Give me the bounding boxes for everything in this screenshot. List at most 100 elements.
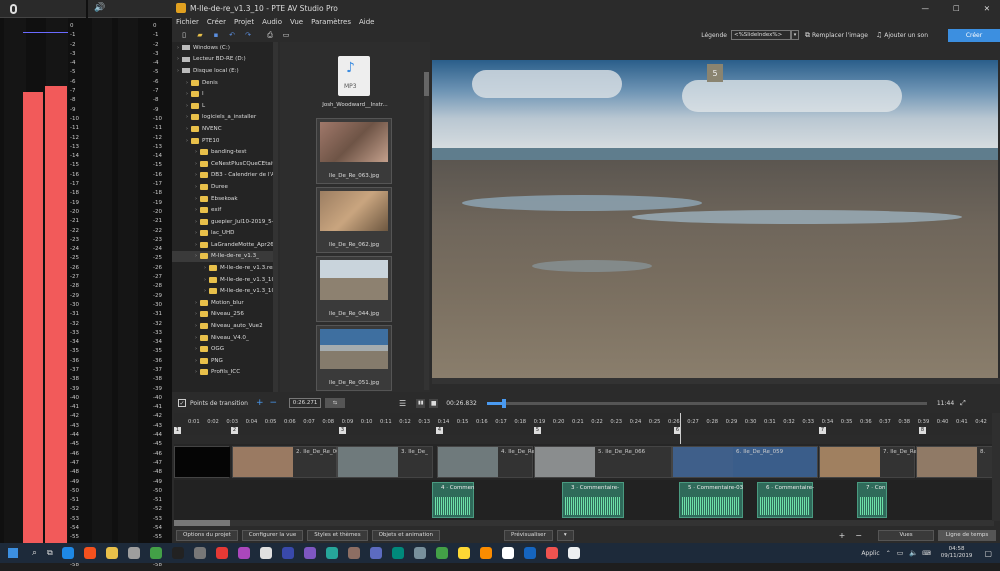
bottom-tab[interactable]: Objets et animation bbox=[371, 529, 441, 541]
expand-chevron-icon[interactable]: › bbox=[192, 196, 200, 202]
expand-chevron-icon[interactable]: › bbox=[174, 68, 182, 74]
preview-options-icon[interactable]: ▾ bbox=[556, 529, 574, 541]
menu-item-projet[interactable]: Projet bbox=[230, 18, 258, 26]
taskbar-app-icon[interactable] bbox=[281, 547, 294, 559]
expand-chevron-icon[interactable]: › bbox=[183, 126, 191, 132]
taskbar-apps-label[interactable]: Applic bbox=[861, 550, 879, 557]
slide-marker[interactable]: 3 bbox=[339, 427, 346, 434]
open-folder-icon[interactable]: ▰ bbox=[194, 30, 206, 40]
tree-item[interactable]: › Ebsekoak bbox=[172, 193, 278, 205]
audio-clip[interactable]: 7 · Con bbox=[857, 482, 887, 518]
tree-item[interactable]: › OGG bbox=[172, 343, 278, 355]
timeline-slide[interactable]: 5. Ile_De_Re_066 bbox=[534, 446, 672, 478]
tree-item[interactable]: › M-Ile-de-re_v1.3_10.re bbox=[172, 274, 278, 286]
mp3-file-icon[interactable]: ♪ MP3 bbox=[338, 56, 370, 96]
tree-item[interactable]: › Profils_ICC bbox=[172, 367, 278, 379]
expand-chevron-icon[interactable]: › bbox=[192, 335, 200, 341]
expand-chevron-icon[interactable]: › bbox=[174, 45, 182, 51]
tab-timeline[interactable]: Ligne de temps bbox=[938, 529, 996, 541]
tree-item[interactable]: › DB3 - Calendrier de l'Av bbox=[172, 170, 278, 182]
tree-item[interactable]: › banding-test bbox=[172, 146, 278, 158]
bottom-tab[interactable]: Options du projet bbox=[176, 529, 238, 541]
taskbar-app-icon[interactable] bbox=[171, 547, 184, 559]
timeline-slide[interactable]: 2. Ile_De_Re_063 bbox=[232, 446, 343, 478]
expand-chevron-icon[interactable]: › bbox=[192, 311, 200, 317]
menu-item-vue[interactable]: Vue bbox=[286, 18, 307, 26]
add-transition-button[interactable]: + bbox=[256, 398, 264, 408]
add-sound-button[interactable]: Ajouter un son bbox=[884, 32, 928, 39]
tree-item[interactable]: › Lecteur BD-RE (D:) bbox=[172, 54, 278, 66]
taskbar-app-icon[interactable] bbox=[259, 547, 272, 559]
expand-chevron-icon[interactable]: › bbox=[183, 91, 191, 97]
tray-network-icon[interactable]: ▭ bbox=[897, 549, 904, 557]
tree-item[interactable]: › M-Ile-de-re_v1.3_ bbox=[172, 250, 278, 263]
timeline-slide[interactable]: 3. Ile_De_ bbox=[337, 446, 433, 478]
transition-checkbox[interactable]: ✓ bbox=[178, 399, 186, 407]
menu-item-aide[interactable]: Aide bbox=[355, 18, 378, 26]
windows-start-icon[interactable] bbox=[8, 548, 18, 558]
taskbar-app-icon[interactable] bbox=[61, 547, 74, 559]
taskbar-app-icon[interactable] bbox=[303, 547, 316, 559]
expand-chevron-icon[interactable]: › bbox=[192, 369, 200, 375]
taskbar-app-icon[interactable] bbox=[347, 547, 360, 559]
files-scrollbar[interactable] bbox=[424, 72, 429, 390]
tree-item[interactable]: › L bbox=[172, 100, 278, 112]
timeline-scrollbar[interactable] bbox=[174, 520, 994, 526]
close-button[interactable]: ✕ bbox=[984, 4, 990, 13]
replace-image-icon[interactable]: ⧉ bbox=[805, 31, 810, 40]
zoom-in-button[interactable]: + bbox=[839, 531, 846, 540]
tree-item[interactable]: › exif bbox=[172, 204, 278, 216]
taskbar-app-icon[interactable] bbox=[237, 547, 250, 559]
taskbar-app-icon[interactable] bbox=[413, 547, 426, 559]
expand-chevron-icon[interactable]: › bbox=[192, 184, 200, 190]
create-button[interactable]: Créer bbox=[948, 28, 1000, 42]
taskbar-app-icon[interactable] bbox=[83, 547, 96, 559]
timeline-vscroll[interactable] bbox=[992, 413, 1000, 521]
bottom-tab[interactable]: Styles et thèmes bbox=[307, 529, 368, 541]
remove-transition-button[interactable]: − bbox=[269, 398, 277, 408]
play-icon[interactable]: ▮▮ bbox=[416, 398, 426, 408]
file-thumbnail[interactable]: Ile_De_Re_051.jpg bbox=[316, 325, 392, 391]
audio-clip[interactable]: 4 · Commen bbox=[432, 482, 475, 518]
tree-item[interactable]: › Denis bbox=[172, 77, 278, 89]
tree-item[interactable]: › I bbox=[172, 88, 278, 100]
search-icon[interactable]: ⌕ bbox=[32, 548, 37, 558]
slide-marker[interactable]: 7 bbox=[819, 427, 826, 434]
expand-chevron-icon[interactable]: › bbox=[201, 265, 209, 271]
taskbar-app-icon[interactable] bbox=[479, 547, 492, 559]
tree-item[interactable]: › Niveau_V4.0_ bbox=[172, 332, 278, 344]
slide-marker[interactable]: 1 bbox=[174, 427, 181, 434]
undo-icon[interactable]: ↶ bbox=[226, 30, 238, 40]
tree-item[interactable]: › Niveau_256 bbox=[172, 309, 278, 321]
preview-button[interactable]: Prévisualiser bbox=[504, 529, 553, 541]
taskbar-app-icon[interactable] bbox=[523, 547, 536, 559]
file-thumbnail[interactable]: Ile_De_Re_044.jpg bbox=[316, 256, 392, 322]
taskbar-app-icon[interactable] bbox=[105, 547, 118, 559]
menu-item-paramtres[interactable]: Paramètres bbox=[307, 18, 355, 26]
expand-chevron-icon[interactable]: › bbox=[192, 172, 200, 178]
bottom-tab[interactable]: Configurer la vue bbox=[241, 529, 304, 541]
expand-chevron-icon[interactable]: › bbox=[192, 253, 200, 259]
tree-item[interactable]: › CeNestPlusCQueCEtait bbox=[172, 158, 278, 170]
minimize-button[interactable]: — bbox=[921, 4, 929, 13]
taskbar-app-icon[interactable] bbox=[567, 547, 580, 559]
expand-chevron-icon[interactable]: › bbox=[192, 323, 200, 329]
save-icon[interactable]: ▪ bbox=[210, 30, 222, 40]
add-sound-icon[interactable]: ♫ bbox=[876, 31, 882, 39]
audio-clip[interactable]: 3 · Commentaire- bbox=[562, 482, 624, 518]
speaker-icon[interactable]: 🔊 bbox=[94, 3, 105, 13]
redo-icon[interactable]: ↷ bbox=[242, 30, 254, 40]
new-file-icon[interactable]: ▯ bbox=[178, 30, 190, 40]
slide-marker[interactable]: 4 bbox=[436, 427, 443, 434]
tree-item[interactable]: › Disque local (E:) bbox=[172, 65, 278, 77]
expand-chevron-icon[interactable]: › bbox=[192, 149, 200, 155]
tree-item[interactable]: › logiciels_a_installer bbox=[172, 112, 278, 124]
taskbar-app-icon[interactable] bbox=[457, 547, 470, 559]
taskbar-app-icon[interactable] bbox=[435, 547, 448, 559]
seek-slider[interactable] bbox=[486, 398, 927, 408]
taskbar-app-icon[interactable] bbox=[325, 547, 338, 559]
expand-chevron-icon[interactable]: › bbox=[183, 114, 191, 120]
print-icon[interactable]: ⎙ bbox=[264, 30, 276, 40]
audio-clip[interactable]: 6 · Commentaire- bbox=[757, 482, 814, 518]
tree-item[interactable]: › lac_UHD bbox=[172, 228, 278, 240]
